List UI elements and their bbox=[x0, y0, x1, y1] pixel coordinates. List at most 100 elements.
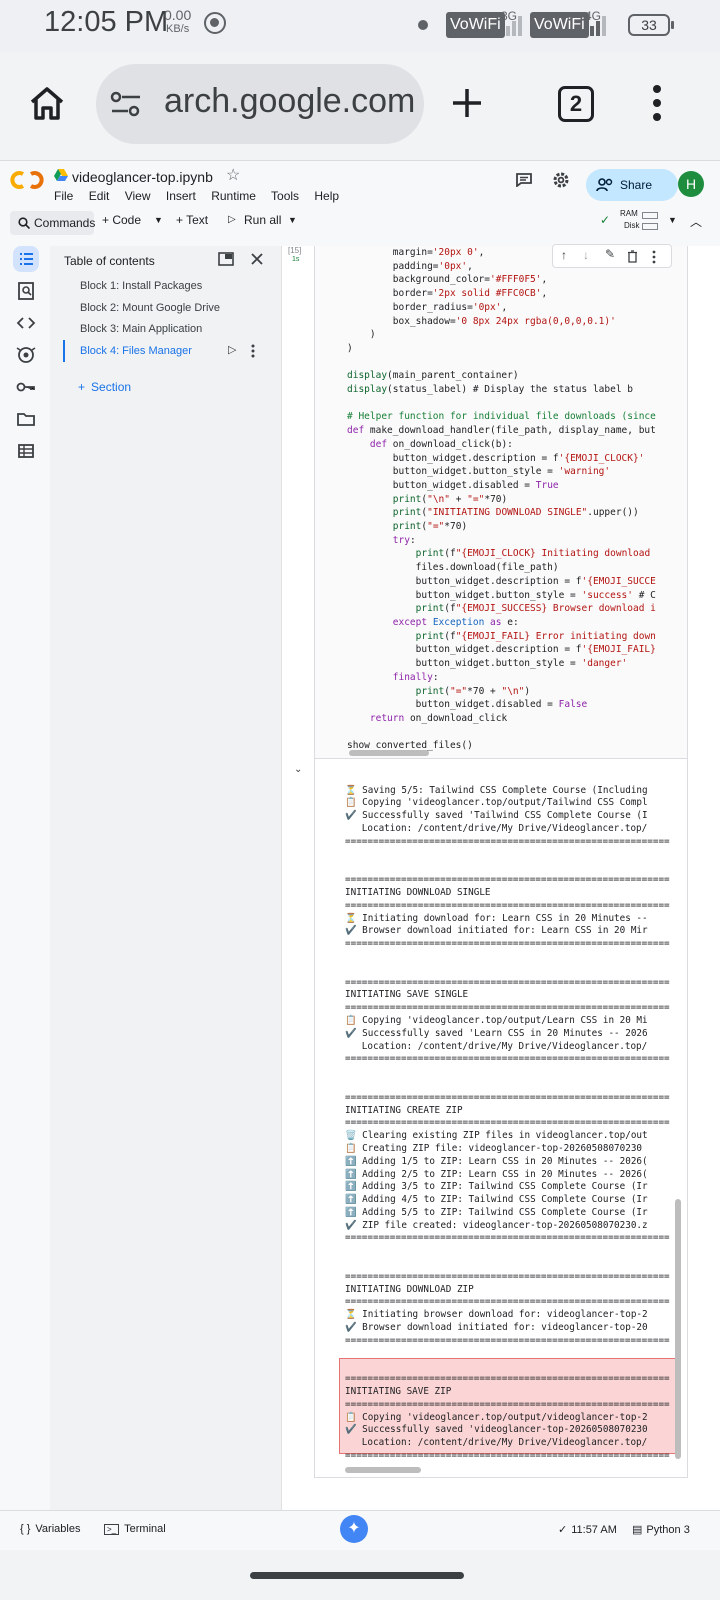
code-line: ) bbox=[347, 342, 353, 354]
code-dropdown-icon[interactable]: ▼ bbox=[154, 215, 163, 225]
menu-help[interactable]: Help bbox=[314, 189, 339, 203]
code-line: display(main_parent_container) bbox=[347, 370, 519, 382]
ram-meter[interactable] bbox=[642, 212, 658, 219]
move-down-icon[interactable]: ↓ bbox=[583, 248, 589, 262]
output-line: ⬆️ Adding 4/5 to ZIP: Tailwind CSS Compl… bbox=[345, 1194, 648, 1206]
disk-meter[interactable] bbox=[642, 223, 658, 230]
run-section-icon[interactable]: ▷ bbox=[228, 343, 236, 356]
settings-gear-icon[interactable] bbox=[552, 171, 570, 189]
more-vert-icon[interactable] bbox=[652, 84, 662, 122]
colab-status-bar: { } Variables >_ Terminal ✦ ✓ 11:57 AM ▤ Pyt… bbox=[0, 1510, 720, 1550]
code-line: border='2px solid #FFC0CB', bbox=[347, 288, 548, 300]
connected-check-icon: ✓ bbox=[600, 213, 611, 227]
terminal-button[interactable]: >_ Terminal bbox=[104, 1523, 166, 1535]
variables-rail-icon[interactable] bbox=[13, 342, 39, 368]
move-up-icon[interactable]: ↑ bbox=[561, 248, 567, 262]
colab-toolbar: Commands + Code ▼ + Text ▷ Run all ▼ ✓ R… bbox=[0, 207, 720, 239]
output-line: ⏳ Initiating browser download for: video… bbox=[345, 1309, 648, 1321]
output-line: ========================================… bbox=[345, 835, 670, 847]
commands-button[interactable]: Commands bbox=[10, 211, 95, 235]
files-folder-icon[interactable] bbox=[13, 406, 39, 432]
tab-switcher-button[interactable]: 2 bbox=[558, 86, 594, 122]
battery-icon: 33 bbox=[628, 14, 674, 36]
braces-icon: { } bbox=[20, 1523, 31, 1535]
browser-toolbar: arch.google.com 2 bbox=[0, 52, 720, 160]
toc-rail-icon[interactable] bbox=[13, 246, 39, 272]
add-code-button[interactable]: + Code bbox=[102, 213, 141, 227]
collapse-output-icon[interactable]: ⌄ bbox=[294, 764, 302, 775]
find-rail-icon[interactable] bbox=[13, 278, 39, 304]
toc-item-block-2[interactable]: Block 2: Mount Google Drive bbox=[80, 302, 220, 314]
code-line: button_widget.description = f'{EMOJI_SUC… bbox=[347, 575, 656, 587]
menu-file[interactable]: File bbox=[54, 189, 73, 203]
disk-label: Disk bbox=[624, 221, 640, 230]
menu-tools[interactable]: Tools bbox=[271, 189, 299, 203]
open-in-tab-icon[interactable] bbox=[218, 252, 234, 266]
code-cell[interactable]: margin='20px 0', padding='0px', backgrou… bbox=[314, 246, 688, 768]
speed-unit: KB/s bbox=[166, 23, 190, 35]
output-line: ========================================… bbox=[345, 1270, 670, 1282]
output-horizontal-scrollbar[interactable] bbox=[345, 1467, 421, 1473]
network-speed: 0.00 KB/s bbox=[164, 8, 191, 36]
code-editor[interactable]: margin='20px 0', padding='0px', backgrou… bbox=[347, 246, 656, 753]
resources-dropdown-icon[interactable]: ▼ bbox=[668, 215, 677, 225]
add-text-button[interactable]: + Text bbox=[176, 213, 208, 227]
output-line: ✔️ Successfully saved 'videoglancer-top-… bbox=[345, 1424, 648, 1436]
output-line: INITIATING SAVE ZIP bbox=[345, 1386, 452, 1398]
output-line: ========================================… bbox=[345, 874, 670, 886]
data-table-icon[interactable] bbox=[13, 438, 39, 464]
add-section-button[interactable]: + Section bbox=[78, 380, 131, 394]
last-run-time: 11:57 AM bbox=[571, 1524, 617, 1536]
colab-logo-icon[interactable] bbox=[10, 169, 44, 191]
output-line: ⏳ Initiating download for: Learn CSS in … bbox=[345, 912, 648, 924]
gemini-sparkle-icon[interactable]: ✦ bbox=[340, 1515, 368, 1543]
code-line: print("="*70) bbox=[392, 521, 468, 533]
code-line: # Helper function for individual file do… bbox=[347, 411, 656, 423]
output-line: ⬆️ Adding 2/5 to ZIP: Learn CSS in 20 Mi… bbox=[345, 1168, 648, 1180]
output-line: Location: /content/drive/My Drive/Videog… bbox=[345, 1040, 648, 1052]
menu-view[interactable]: View bbox=[125, 189, 151, 203]
toc-item-block-4[interactable]: Block 4: Files Manager bbox=[80, 345, 192, 357]
home-icon[interactable] bbox=[28, 84, 66, 122]
run-all-button[interactable]: Run all bbox=[244, 213, 281, 227]
code-line: print(f"{EMOJI_FAIL} Error initiating do… bbox=[415, 630, 656, 642]
avatar[interactable]: H bbox=[678, 171, 704, 197]
menu-edit[interactable]: Edit bbox=[89, 189, 110, 203]
run-dropdown-icon[interactable]: ▼ bbox=[288, 215, 297, 225]
runtime-button[interactable]: ▤ Python 3 bbox=[632, 1523, 690, 1536]
close-icon[interactable] bbox=[250, 252, 264, 266]
variables-button[interactable]: { } Variables bbox=[20, 1523, 80, 1535]
plus-icon: + bbox=[78, 380, 86, 394]
share-button[interactable]: Share bbox=[586, 169, 678, 201]
code-scrollbar[interactable] bbox=[349, 750, 429, 756]
collapse-chevron-icon[interactable]: ︿ bbox=[690, 213, 702, 230]
secrets-key-icon[interactable] bbox=[13, 374, 39, 400]
cell-more-icon[interactable] bbox=[651, 250, 657, 264]
menu-runtime[interactable]: Runtime bbox=[211, 189, 256, 203]
terminal-label: Terminal bbox=[124, 1523, 166, 1535]
comment-icon[interactable] bbox=[516, 173, 532, 187]
delete-icon[interactable] bbox=[627, 250, 638, 263]
home-gesture-handle[interactable] bbox=[250, 1572, 464, 1579]
star-icon[interactable]: ☆ bbox=[226, 165, 240, 185]
variables-label: Variables bbox=[35, 1523, 81, 1535]
notification-dot-icon bbox=[418, 20, 428, 30]
last-run-status[interactable]: ✓ 11:57 AM bbox=[558, 1523, 617, 1536]
notebook-title[interactable]: videoglancer-top.ipynb bbox=[72, 169, 213, 185]
site-settings-icon[interactable] bbox=[110, 90, 142, 118]
toc-item-block-3[interactable]: Block 3: Main Application bbox=[80, 323, 202, 335]
output-line: ⬆️ Adding 5/5 to ZIP: Tailwind CSS Compl… bbox=[345, 1206, 648, 1218]
url-text[interactable]: arch.google.com bbox=[164, 82, 414, 121]
edit-pen-icon[interactable]: ✎ bbox=[605, 247, 615, 261]
code-snippets-rail-icon[interactable] bbox=[13, 310, 39, 336]
section-more-icon[interactable] bbox=[250, 344, 256, 358]
output-vertical-scrollbar[interactable] bbox=[675, 1199, 681, 1459]
address-bar[interactable]: arch.google.com bbox=[96, 64, 424, 144]
menu-insert[interactable]: Insert bbox=[166, 189, 196, 203]
new-tab-icon[interactable] bbox=[450, 86, 484, 120]
toc-item-block-1[interactable]: Block 1: Install Packages bbox=[80, 280, 202, 292]
code-line: background_color='#FFF0F5', bbox=[347, 274, 548, 286]
